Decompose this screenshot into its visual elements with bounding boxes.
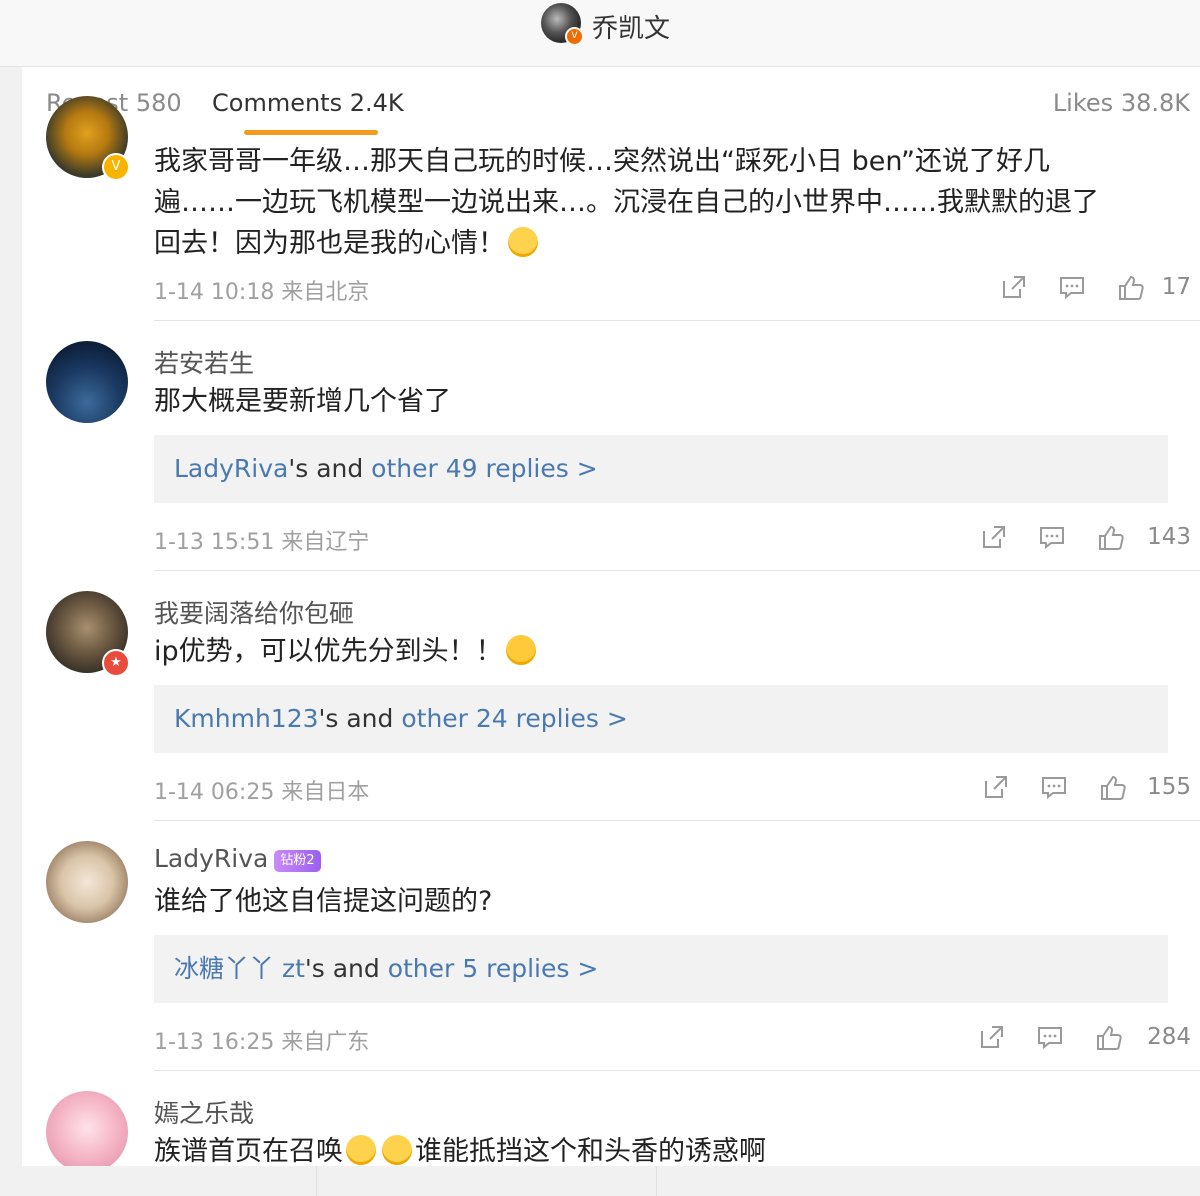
smile-emoji-icon — [508, 227, 538, 257]
commenter-name[interactable]: 若安若生 — [154, 344, 254, 380]
comment-text: 那大概是要新增几个省了 — [154, 381, 1174, 422]
commenter-name-text: LadyRiva — [154, 844, 269, 873]
comment-line: 族谱首页在召唤 谁能抵挡这个和头香的诱惑啊 — [154, 1131, 1174, 1166]
comment-location: 来自日本 — [281, 780, 370, 805]
replies-connector: 's and — [304, 954, 388, 983]
comment-item: 若安若生 那大概是要新增几个省了 LadyRiva's and other 49… — [22, 321, 1200, 571]
share-icon[interactable] — [979, 1024, 1005, 1050]
more-replies-link[interactable]: other 5 replies > — [388, 954, 599, 983]
reply-user-link[interactable]: 冰糖丫丫 zt — [174, 954, 305, 983]
post-header: V 乔凯文 — [0, 0, 1200, 67]
comment-line: 我家哥哥一年级…那天自己玩的时候…突然说出“踩死小日 ben”还说了好几 — [154, 146, 1050, 177]
divider — [316, 1166, 317, 1196]
comment-line-text: 谁能抵挡这个和头香的诱惑啊 — [415, 1136, 766, 1166]
replies-preview[interactable]: 冰糖丫丫 zt's and other 5 replies > — [154, 935, 1168, 1003]
comment-item: LadyRiva 钻粉2 谁给了他这自信提这问题的? 冰糖丫丫 zt's and … — [22, 821, 1200, 1071]
verified-badge-icon: V — [565, 27, 584, 46]
comment-line: 遍……一边玩飞机模型一边说出来…。沉浸在自己的小世界中……我默默的退了 — [154, 187, 1099, 218]
verified-badge-icon: V — [102, 153, 130, 181]
comment-location: 来自北京 — [281, 280, 370, 305]
comment-line: 回去！因为那也是我的心情！ — [154, 223, 1174, 264]
comment-date: 1-13 16:25 — [154, 1030, 275, 1055]
replies-preview[interactable]: LadyRiva's and other 49 replies > — [154, 435, 1168, 503]
tab-bar: Repost 580 Comments 2.4K Likes 38.8K — [22, 67, 1200, 135]
reply-user-link[interactable]: LadyRiva — [174, 454, 288, 483]
dizzy-emoji-icon — [382, 1135, 412, 1165]
bottom-bar — [0, 1166, 1200, 1196]
comment-location: 来自辽宁 — [281, 530, 370, 555]
commenter-name[interactable]: 我要阔落给你包砸 — [154, 594, 354, 630]
comment-item: ★ 我要阔落给你包砸 ip优势，可以优先分到头！！ Kmhmh123's and… — [22, 571, 1200, 821]
comment-date: 1-14 06:25 — [154, 780, 275, 805]
comments-panel: Repost 580 Comments 2.4K Likes 38.8K V 我… — [22, 67, 1200, 1166]
replies-connector: 's and — [288, 454, 372, 483]
comment-icon[interactable] — [1041, 774, 1067, 800]
share-icon[interactable] — [1001, 274, 1027, 300]
commenter-name[interactable]: 嫣之乐哉 — [154, 1094, 254, 1130]
replies-preview[interactable]: Kmhmh123's and other 24 replies > — [154, 685, 1168, 753]
tab-comments[interactable]: Comments 2.4K — [212, 89, 404, 117]
commenter-avatar[interactable] — [46, 341, 128, 423]
comment-icon[interactable] — [1059, 274, 1085, 300]
comment-actions: 143 — [981, 524, 1191, 554]
comment-line: ip优势，可以优先分到头！！ — [154, 631, 1174, 672]
comment-text: 谁给了他这自信提这问题的? — [154, 881, 1174, 922]
divider — [656, 1166, 657, 1196]
more-replies-link[interactable]: other 49 replies > — [371, 454, 597, 483]
comment-meta: 1-14 06:25 来自日本 — [154, 774, 369, 806]
fan-level-badge: 钻粉2 — [274, 850, 321, 872]
like-count: 17 — [1161, 274, 1191, 300]
share-icon[interactable] — [983, 774, 1009, 800]
comment-actions: 284 — [979, 1024, 1191, 1054]
comment-line-text: ip优势，可以优先分到头！！ — [154, 636, 503, 667]
comment-item: V 我家哥哥一年级…那天自己玩的时候…突然说出“踩死小日 ben”还说了好几 遍… — [22, 96, 1200, 321]
comment-date: 1-14 10:18 — [154, 280, 275, 305]
like-count: 143 — [1147, 524, 1191, 550]
replies-connector: 's and — [318, 704, 402, 733]
crying-laugh-emoji-icon — [505, 635, 536, 665]
commenter-name[interactable]: LadyRiva 钻粉2 — [154, 844, 321, 873]
comment-actions: 17 — [1001, 274, 1191, 304]
dizzy-emoji-icon — [346, 1135, 376, 1165]
share-icon[interactable] — [981, 524, 1007, 550]
tab-repost-count: 580 — [135, 89, 182, 117]
more-replies-link[interactable]: other 24 replies > — [401, 704, 627, 733]
like-icon[interactable] — [1099, 774, 1127, 802]
comment-item: 嫣之乐哉 族谱首页在召唤 谁能抵挡这个和头香的诱惑啊 — [22, 1071, 1200, 1166]
commenter-avatar[interactable] — [46, 841, 128, 923]
like-icon[interactable] — [1097, 524, 1125, 552]
comment-actions: 155 — [983, 774, 1191, 804]
author-avatar[interactable]: V — [541, 3, 584, 46]
comment-icon[interactable] — [1039, 524, 1065, 550]
like-count: 155 — [1147, 774, 1191, 800]
like-count: 284 — [1147, 1024, 1191, 1050]
comment-icon[interactable] — [1037, 1024, 1063, 1050]
comment-meta: 1-13 15:51 来自辽宁 — [154, 524, 369, 556]
member-badge-icon: ★ — [102, 649, 130, 677]
tab-likes[interactable]: Likes 38.8K — [1053, 89, 1190, 117]
like-icon[interactable] — [1095, 1024, 1123, 1052]
comment-text: ip优势，可以优先分到头！！ — [154, 631, 1174, 672]
comment-text: 族谱首页在召唤 谁能抵挡这个和头香的诱惑啊 — [154, 1131, 1174, 1166]
tab-likes-label: Likes — [1052, 89, 1114, 117]
commenter-avatar[interactable] — [46, 1091, 128, 1166]
comment-line: 谁给了他这自信提这问题的? — [154, 886, 493, 917]
reply-user-link[interactable]: Kmhmh123 — [174, 704, 319, 733]
like-icon[interactable] — [1117, 274, 1145, 302]
comment-line-text: 族谱首页在召唤 — [154, 1136, 343, 1166]
tab-comments-label: Comments — [212, 89, 343, 117]
comment-line-text: 回去！因为那也是我的心情！ — [154, 228, 505, 259]
comment-location: 来自广东 — [281, 1030, 370, 1055]
tab-likes-count: 38.8K — [1120, 89, 1190, 117]
comment-text: 我家哥哥一年级…那天自己玩的时候…突然说出“踩死小日 ben”还说了好几 遍……… — [154, 141, 1174, 264]
comment-meta: 1-13 16:25 来自广东 — [154, 1024, 369, 1056]
tab-comments-count: 2.4K — [349, 89, 404, 117]
author-name[interactable]: 乔凯文 — [592, 8, 670, 45]
comment-meta: 1-14 10:18 来自北京 — [154, 274, 369, 306]
comment-line: 那大概是要新增几个省了 — [154, 386, 451, 417]
comment-date: 1-13 15:51 — [154, 530, 275, 555]
